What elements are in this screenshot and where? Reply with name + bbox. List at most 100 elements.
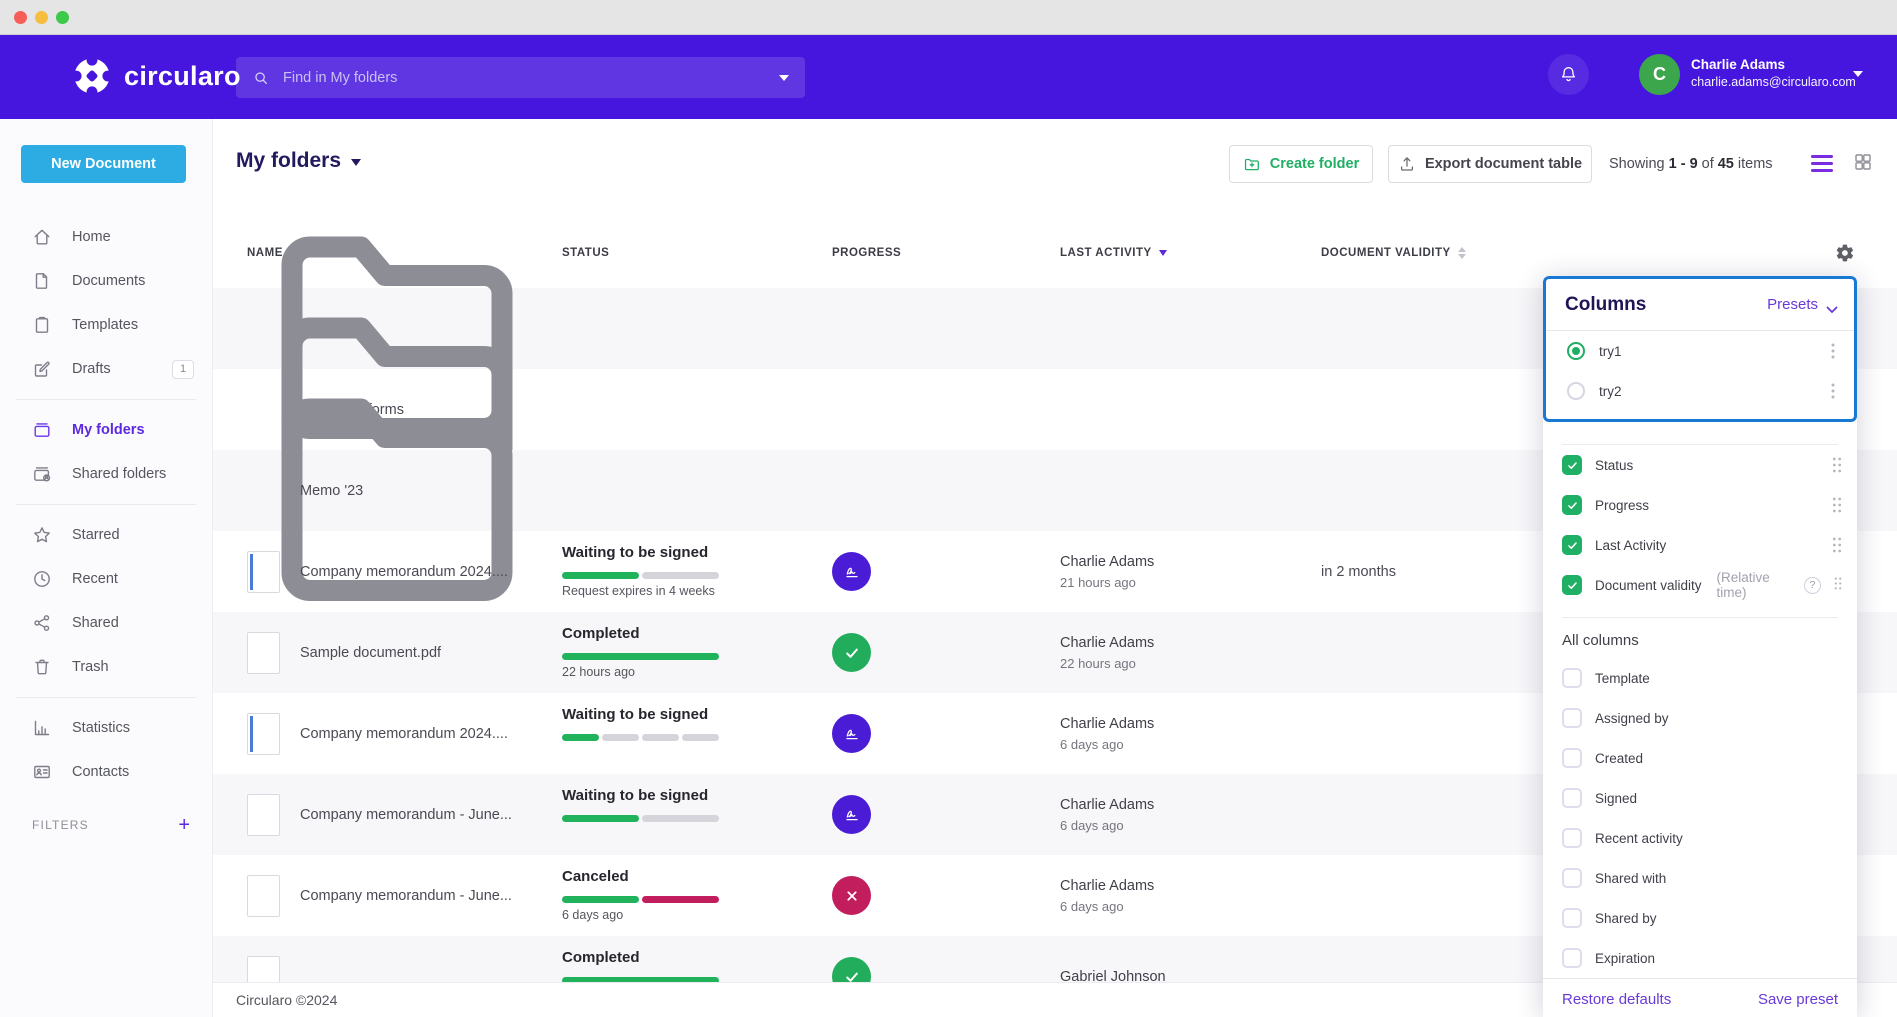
progress-bar bbox=[562, 653, 719, 660]
status-subtext: 22 hours ago bbox=[562, 665, 635, 679]
checkbox-unchecked-icon[interactable] bbox=[1562, 828, 1582, 848]
minimize-window-button[interactable] bbox=[35, 11, 48, 24]
column-toggle-expiration[interactable]: Expiration bbox=[1543, 938, 1857, 978]
signature-icon bbox=[842, 724, 862, 744]
sidebar-divider bbox=[16, 697, 196, 698]
kebab-menu-icon[interactable] bbox=[1826, 383, 1840, 399]
zoom-window-button[interactable] bbox=[56, 11, 69, 24]
preset-option-try1[interactable]: try1 bbox=[1546, 331, 1854, 371]
column-toggle-signed[interactable]: Signed bbox=[1543, 778, 1857, 818]
presets-dropdown[interactable]: Presets bbox=[1767, 296, 1838, 313]
search-scope-caret-icon[interactable] bbox=[779, 75, 789, 86]
sort-icon[interactable] bbox=[1458, 247, 1466, 259]
column-toggle-progress[interactable]: Progress bbox=[1543, 485, 1857, 525]
checkbox-checked-icon[interactable] bbox=[1562, 575, 1582, 595]
export-label: Export document table bbox=[1425, 156, 1582, 172]
last-activity-cell: Charlie Adams6 days ago bbox=[1060, 878, 1154, 914]
grid-view-toggle[interactable] bbox=[1853, 152, 1873, 172]
notifications-button[interactable] bbox=[1548, 54, 1589, 95]
document-name: Company memorandum - June... bbox=[300, 888, 512, 904]
column-header-progress[interactable]: PROGRESS bbox=[832, 240, 901, 266]
preset-option-try2[interactable]: try2 bbox=[1546, 371, 1854, 411]
sidebar-item-statistics[interactable]: Statistics bbox=[0, 706, 212, 750]
new-document-button[interactable]: New Document bbox=[21, 145, 186, 183]
sidebar-item-recent[interactable]: Recent bbox=[0, 557, 212, 601]
sidebar-item-shared[interactable]: Shared bbox=[0, 601, 212, 645]
column-toggle-assigned-by[interactable]: Assigned by bbox=[1543, 698, 1857, 738]
sidebar-item-starred[interactable]: Starred bbox=[0, 513, 212, 557]
sidebar-item-drafts[interactable]: Drafts1 bbox=[0, 347, 212, 391]
restore-defaults-link[interactable]: Restore defaults bbox=[1562, 991, 1671, 1008]
checkbox-unchecked-icon[interactable] bbox=[1562, 868, 1582, 888]
checkbox-unchecked-icon[interactable] bbox=[1562, 708, 1582, 728]
sort-desc-icon[interactable] bbox=[1159, 250, 1167, 260]
export-document-table-button[interactable]: Export document table bbox=[1388, 145, 1592, 183]
brand[interactable]: circularo bbox=[72, 56, 241, 96]
column-toggle-label: Last Activity bbox=[1595, 538, 1666, 553]
add-filter-button[interactable]: + bbox=[178, 815, 190, 835]
close-window-button[interactable] bbox=[14, 11, 27, 24]
sidebar-item-templates[interactable]: Templates bbox=[0, 303, 212, 347]
global-search-input[interactable]: Find in My folders bbox=[236, 57, 805, 98]
drag-handle-icon[interactable] bbox=[1832, 497, 1842, 513]
progress-segment-gray bbox=[642, 572, 719, 579]
signature-status-icon bbox=[832, 552, 871, 591]
list-view-toggle[interactable] bbox=[1811, 155, 1833, 172]
sidebar-item-shared-folders[interactable]: Shared folders bbox=[0, 452, 212, 496]
activity-user: Charlie Adams bbox=[1060, 716, 1154, 732]
progress-segment-green bbox=[562, 734, 599, 741]
checkbox-unchecked-icon[interactable] bbox=[1562, 668, 1582, 688]
signature-status-icon bbox=[832, 795, 871, 834]
kebab-menu-icon[interactable] bbox=[1826, 343, 1840, 359]
column-toggle-shared-with[interactable]: Shared with bbox=[1543, 858, 1857, 898]
app-window: circularo Find in My folders C Charlie A… bbox=[0, 0, 1897, 1017]
column-toggle-document-validity[interactable]: Document validity(Relative time)? bbox=[1543, 565, 1857, 605]
column-toggle-status[interactable]: Status bbox=[1543, 445, 1857, 485]
status-label: Waiting to be signed bbox=[562, 787, 708, 804]
progress-segment-green bbox=[562, 896, 639, 903]
checkbox-unchecked-icon[interactable] bbox=[1562, 788, 1582, 808]
column-toggle-last-activity[interactable]: Last Activity bbox=[1543, 525, 1857, 565]
drag-handle-icon[interactable] bbox=[1834, 577, 1842, 593]
radio-unselected-icon[interactable] bbox=[1567, 382, 1585, 400]
sidebar-item-contacts[interactable]: Contacts bbox=[0, 750, 212, 794]
radio-selected-icon[interactable] bbox=[1567, 342, 1585, 360]
column-toggle-template[interactable]: Template bbox=[1543, 658, 1857, 698]
column-header-label: DOCUMENT VALIDITY bbox=[1321, 247, 1451, 259]
sidebar-item-label: Documents bbox=[72, 273, 145, 289]
sidebar-item-documents[interactable]: Documents bbox=[0, 259, 212, 303]
column-toggle-recent-activity[interactable]: Recent activity bbox=[1543, 818, 1857, 858]
sidebar-nav: HomeDocumentsTemplatesDrafts1My foldersS… bbox=[0, 215, 212, 794]
showing-total: 45 bbox=[1718, 156, 1734, 172]
drag-handle-icon[interactable] bbox=[1832, 537, 1842, 553]
columns-panel-title: Columns bbox=[1565, 294, 1646, 316]
column-header-status[interactable]: STATUS bbox=[562, 240, 609, 266]
folder-plus-icon bbox=[1243, 155, 1261, 173]
sidebar-item-trash[interactable]: Trash bbox=[0, 645, 212, 689]
save-preset-link[interactable]: Save preset bbox=[1758, 991, 1838, 1008]
column-toggle-created[interactable]: Created bbox=[1543, 738, 1857, 778]
checkbox-checked-icon[interactable] bbox=[1562, 495, 1582, 515]
create-folder-button[interactable]: Create folder bbox=[1229, 145, 1373, 183]
cancel-icon bbox=[842, 886, 862, 906]
sidebar-item-my-folders[interactable]: My folders bbox=[0, 408, 212, 452]
user-menu-caret-icon[interactable] bbox=[1853, 71, 1863, 82]
checkbox-checked-icon[interactable] bbox=[1562, 535, 1582, 555]
sidebar-item-home[interactable]: Home bbox=[0, 215, 212, 259]
checkbox-unchecked-icon[interactable] bbox=[1562, 948, 1582, 968]
column-toggle-shared-by[interactable]: Shared by bbox=[1543, 898, 1857, 938]
column-header-last-activity[interactable]: LAST ACTIVITY bbox=[1060, 240, 1167, 266]
checkbox-unchecked-icon[interactable] bbox=[1562, 748, 1582, 768]
progress-segment-green bbox=[562, 572, 639, 579]
export-icon bbox=[1398, 155, 1416, 173]
table-settings-gear-icon[interactable] bbox=[1835, 243, 1855, 263]
checkbox-unchecked-icon[interactable] bbox=[1562, 908, 1582, 928]
checkbox-checked-icon[interactable] bbox=[1562, 455, 1582, 475]
column-header-document-validity[interactable]: DOCUMENT VALIDITY bbox=[1321, 240, 1466, 266]
drag-handle-icon[interactable] bbox=[1832, 457, 1842, 473]
folder-scope-caret-icon[interactable] bbox=[351, 159, 361, 171]
user-avatar[interactable]: C bbox=[1639, 54, 1680, 95]
user-menu[interactable]: Charlie Adams charlie.adams@circularo.co… bbox=[1691, 57, 1856, 89]
help-icon[interactable]: ? bbox=[1804, 577, 1821, 594]
last-activity-cell: Charlie Adams21 hours ago bbox=[1060, 554, 1154, 590]
